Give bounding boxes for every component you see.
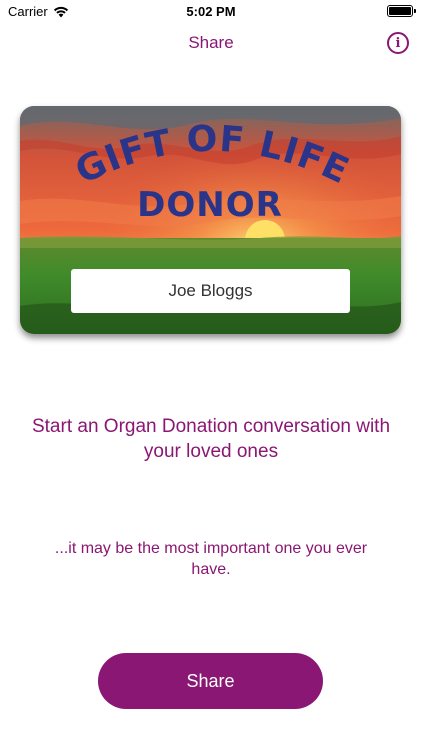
battery-nub bbox=[414, 9, 416, 13]
donor-card: GIFT OF LIFE DONOR Joe Bloggs bbox=[20, 106, 401, 334]
status-time: 5:02 PM bbox=[186, 4, 236, 19]
headline-text: Start an Organ Donation conversation wit… bbox=[31, 416, 391, 462]
donor-name-field: Joe Bloggs bbox=[71, 269, 350, 313]
subline-text: ...it may be the most important one you … bbox=[54, 540, 368, 578]
battery-level bbox=[389, 7, 411, 15]
card-title-line2: DONOR bbox=[137, 185, 283, 225]
battery-icon bbox=[387, 5, 416, 17]
page-title: Share bbox=[188, 33, 234, 52]
info-icon[interactable]: i bbox=[387, 32, 409, 54]
status-bar: Carrier 5:02 PM bbox=[0, 0, 422, 22]
share-screen: Carrier 5:02 PM Share i GIFT OF LIFE DON… bbox=[0, 0, 422, 750]
share-button[interactable]: Share bbox=[98, 653, 323, 709]
